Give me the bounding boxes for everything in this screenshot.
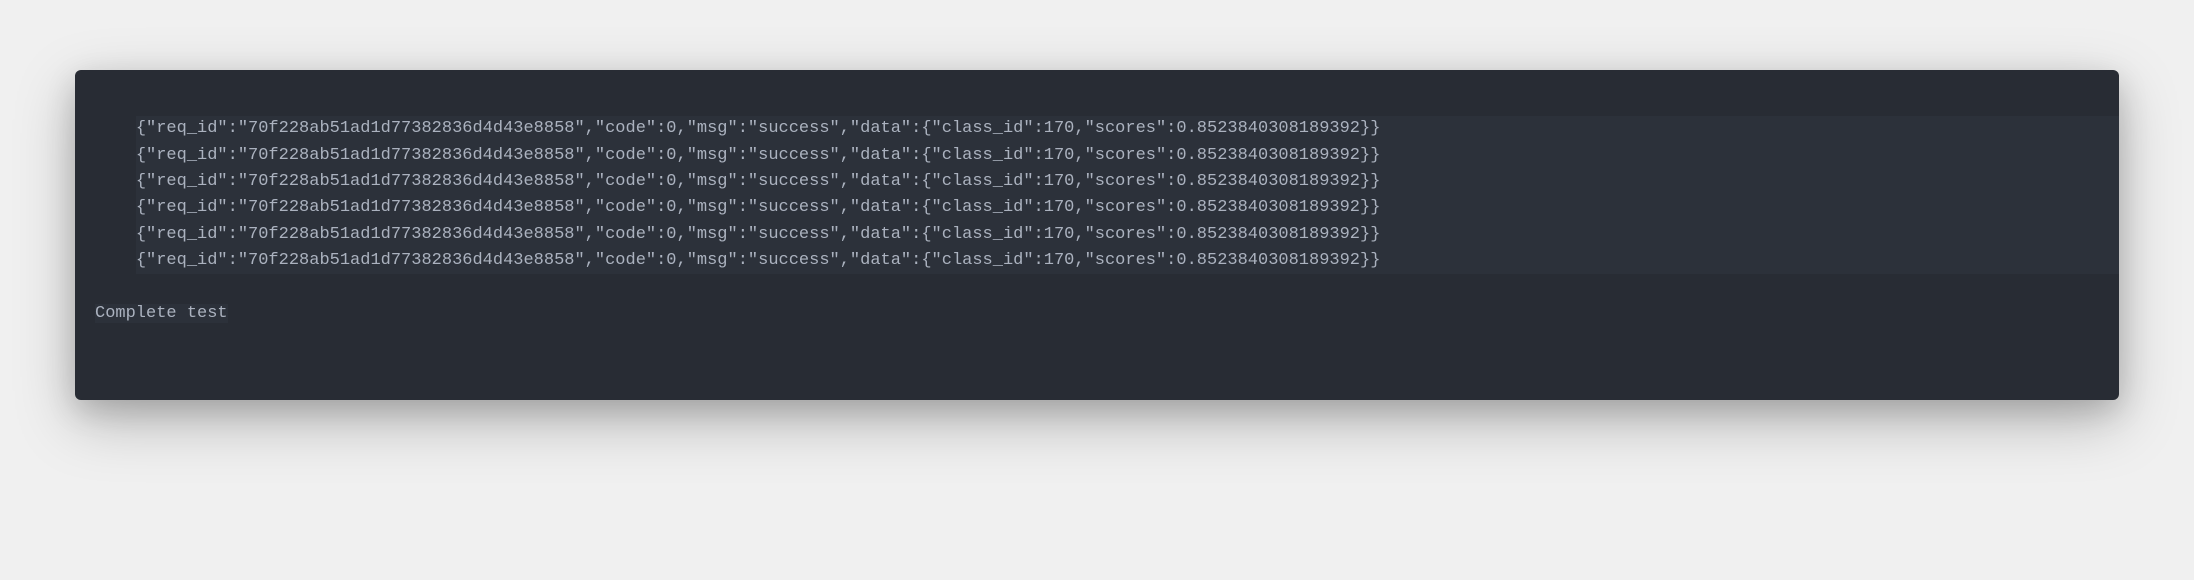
output-line: {"req_id":"70f228ab51ad1d77382836d4d43e8… — [136, 248, 2119, 274]
terminal-container: {"req_id":"70f228ab51ad1d77382836d4d43e8… — [75, 70, 2119, 400]
output-line: {"req_id":"70f228ab51ad1d77382836d4d43e8… — [136, 195, 2119, 221]
output-line: Complete test — [95, 301, 2099, 327]
output-text: Complete test — [95, 304, 228, 323]
output-line: {"req_id":"70f228ab51ad1d77382836d4d43e8… — [136, 143, 2119, 169]
output-line: {"req_id":"70f228ab51ad1d77382836d4d43e8… — [136, 116, 2119, 142]
output-line: {"req_id":"70f228ab51ad1d77382836d4d43e8… — [136, 169, 2119, 195]
output-line: {"req_id":"70f228ab51ad1d77382836d4d43e8… — [136, 222, 2119, 248]
terminal-output: {"req_id":"70f228ab51ad1d77382836d4d43e8… — [95, 90, 2099, 380]
